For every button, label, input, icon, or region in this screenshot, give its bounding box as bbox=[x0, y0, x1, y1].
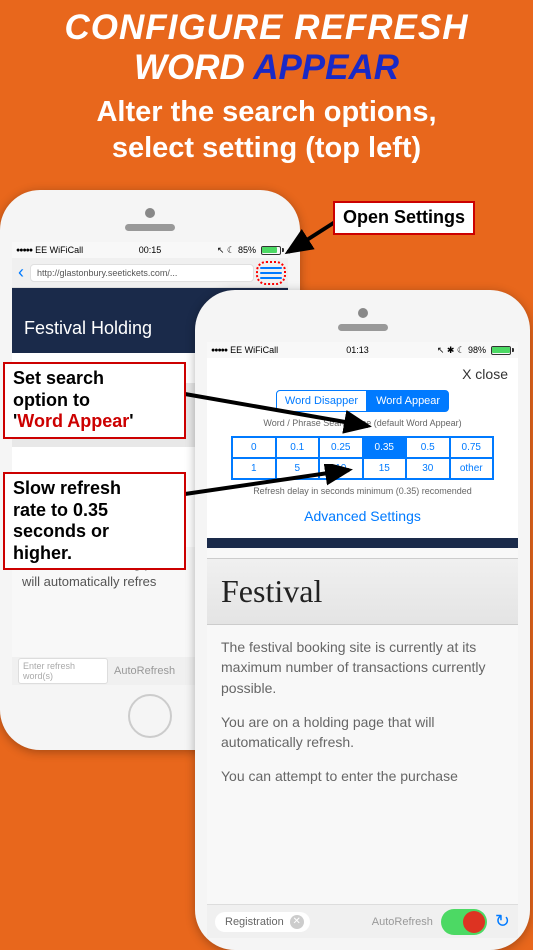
callout-slow-refresh: Slow refresh rate to 0.35 seconds or hig… bbox=[3, 472, 186, 570]
status-time: 01:13 bbox=[346, 345, 369, 355]
banner-text: Festival Holding bbox=[24, 318, 152, 338]
signal-dots: ●●●●● bbox=[16, 247, 32, 254]
title-appear: APPEAR bbox=[253, 48, 399, 87]
camera-dot bbox=[358, 308, 368, 318]
delay-option[interactable]: 15 bbox=[363, 458, 407, 479]
registration-chip[interactable]: Registration ✕ bbox=[215, 912, 310, 932]
status-time: 00:15 bbox=[139, 245, 162, 255]
title-word: WORD bbox=[134, 48, 245, 87]
arrow-to-delay bbox=[183, 464, 363, 504]
delay-option[interactable]: 0.1 bbox=[276, 437, 320, 458]
title-line-2: WORD APPEAR bbox=[0, 48, 533, 88]
url-field[interactable]: http://glastonbury.seetickets.com/... bbox=[30, 264, 254, 282]
title-line-1: CONFIGURE REFRESH bbox=[0, 8, 533, 48]
carrier-label: EE WiFiCall bbox=[35, 245, 83, 255]
registration-label: Registration bbox=[225, 916, 284, 928]
battery-percent: 85% bbox=[238, 245, 256, 255]
delay-option[interactable]: other bbox=[450, 458, 494, 479]
url-bar: ‹ http://glastonbury.seetickets.com/... bbox=[12, 258, 288, 288]
toggle-knob bbox=[463, 911, 485, 933]
status-indicators: ↖ ☾ bbox=[217, 245, 235, 256]
delay-option[interactable]: 0.25 bbox=[319, 437, 363, 458]
callout-open-settings: Open Settings bbox=[333, 201, 475, 235]
status-bar: ●●●●● EE WiFiCall 01:13 ↖ ✱ ☾ 98% bbox=[207, 342, 518, 358]
bottom-toolbar: Registration ✕ AutoRefresh ↻ bbox=[207, 904, 518, 938]
arrow-to-settings bbox=[280, 218, 340, 258]
body-p1: The festival booking site is currently a… bbox=[221, 637, 504, 698]
battery-icon bbox=[489, 346, 514, 355]
status-indicators: ↖ ✱ ☾ bbox=[437, 345, 465, 356]
advanced-settings-link[interactable]: Advanced Settings bbox=[217, 508, 508, 524]
carrier-label: EE WiFiCall bbox=[230, 345, 278, 355]
delay-option[interactable]: 0 bbox=[232, 437, 276, 458]
subtitle: Alter the search options, select setting… bbox=[0, 94, 533, 167]
autorefresh-label: AutoRefresh bbox=[114, 665, 175, 677]
clear-chip-icon[interactable]: ✕ bbox=[290, 915, 304, 929]
festival-body: The festival booking site is currently a… bbox=[207, 625, 518, 813]
promo-header: CONFIGURE REFRESH WORD APPEAR Alter the … bbox=[0, 0, 533, 167]
arrow-to-word-appear bbox=[183, 384, 383, 434]
home-button[interactable] bbox=[128, 694, 172, 738]
back-button[interactable]: ‹ bbox=[18, 262, 24, 283]
autorefresh-label: AutoRefresh bbox=[372, 916, 433, 928]
delay-option[interactable]: 0.5 bbox=[406, 437, 450, 458]
hamburger-menu-icon[interactable] bbox=[260, 264, 282, 282]
speaker bbox=[125, 224, 175, 231]
camera-dot bbox=[145, 208, 155, 218]
delay-option[interactable]: 0.75 bbox=[450, 437, 494, 458]
callout-set-search: Set search option to 'Word Appear' bbox=[3, 362, 186, 439]
delay-option[interactable]: 0.35 bbox=[363, 437, 407, 458]
body-p3: You can attempt to enter the purchase bbox=[221, 766, 504, 786]
festival-title: Festival bbox=[207, 558, 518, 625]
body-p2: You are on a holding page that will auto… bbox=[221, 712, 504, 753]
refresh-word-input[interactable]: Enter refresh word(s) bbox=[18, 658, 108, 684]
autorefresh-toggle[interactable] bbox=[441, 909, 487, 935]
status-bar: ●●●●● EE WiFiCall 00:15 ↖ ☾ 85% bbox=[12, 242, 288, 258]
delay-option[interactable]: 30 bbox=[406, 458, 450, 479]
battery-percent: 98% bbox=[468, 345, 486, 355]
signal-dots: ●●●●● bbox=[211, 347, 227, 354]
speaker bbox=[338, 324, 388, 331]
reload-icon[interactable]: ↻ bbox=[495, 911, 510, 932]
highlight-circle bbox=[256, 261, 286, 285]
